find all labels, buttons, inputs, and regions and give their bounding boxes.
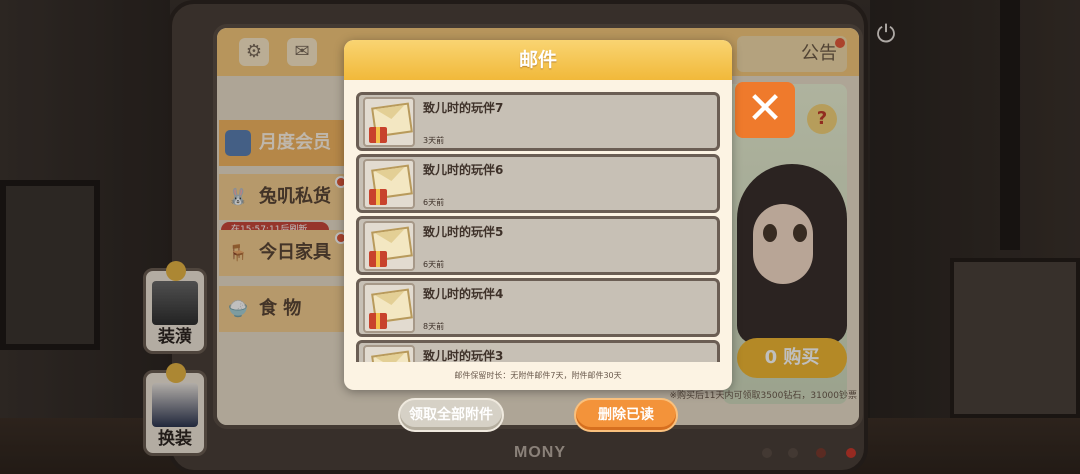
claim-all-attachments-button[interactable]: 领取全部附件 bbox=[398, 398, 504, 432]
mail-list[interactable]: 致儿时的玩伴7 3天前 致儿时的玩伴6 6天前 致儿时的玩伴5 6天前 致儿时的… bbox=[356, 92, 720, 362]
envelope-gift-icon bbox=[363, 159, 415, 209]
envelope-gift-icon bbox=[363, 345, 415, 362]
mail-item-title: 致儿时的玩伴3 bbox=[423, 349, 504, 362]
close-x-icon[interactable]: ✕ bbox=[735, 82, 795, 138]
mail-item-title: 致儿时的玩伴5 bbox=[423, 225, 504, 239]
mail-item-time: 6天前 bbox=[423, 198, 445, 207]
mail-list-item[interactable]: 致儿时的玩伴7 3天前 bbox=[356, 92, 720, 151]
envelope-gift-icon bbox=[363, 221, 415, 271]
mail-item-title: 致儿时的玩伴4 bbox=[423, 287, 504, 301]
mail-list-item[interactable]: 致儿时的玩伴4 8天前 bbox=[356, 278, 720, 337]
delete-read-button[interactable]: 删除已读 bbox=[574, 398, 678, 432]
mail-item-time: 3天前 bbox=[423, 136, 445, 145]
mail-retention-note: 邮件保留时长：无附件邮件7天，附件邮件30天 bbox=[454, 371, 622, 380]
mail-dialog-title: 邮件 bbox=[344, 40, 732, 80]
mail-list-item[interactable]: 致儿时的玩伴5 6天前 bbox=[356, 216, 720, 275]
mail-item-time: 8天前 bbox=[423, 322, 445, 331]
mail-item-title: 致儿时的玩伴7 bbox=[423, 101, 504, 115]
mail-dialog: 邮件 致儿时的玩伴7 3天前 致儿时的玩伴6 6天前 致儿时的玩伴5 6天前 致… bbox=[344, 40, 732, 390]
mail-item-time: 6天前 bbox=[423, 260, 445, 269]
envelope-gift-icon bbox=[363, 283, 415, 333]
mail-list-item[interactable]: 致儿时的玩伴3 bbox=[356, 340, 720, 362]
mail-list-item[interactable]: 致儿时的玩伴6 6天前 bbox=[356, 154, 720, 213]
mail-item-title: 致儿时的玩伴6 bbox=[423, 163, 504, 177]
envelope-gift-icon bbox=[363, 97, 415, 147]
